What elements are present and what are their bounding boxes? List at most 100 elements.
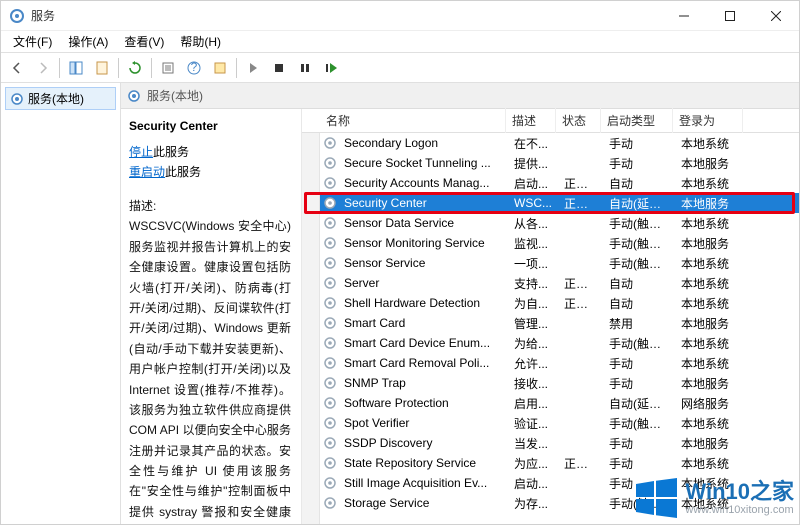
cell-name: Sensor Monitoring Service [338,236,508,250]
cell-name: Secure Socket Tunneling ... [338,156,508,170]
table-row[interactable]: Secondary Logon在不...手动本地系统 [302,133,799,153]
gear-icon [322,276,338,290]
restart-service-button[interactable] [319,56,343,80]
cell-desc: 启用... [508,395,558,412]
desc-text: WSCSVC(Windows 安全中心)服务监视并报告计算机上的安全健康设置。健… [129,219,291,524]
cell-desc: 提供... [508,155,558,172]
menu-view[interactable]: 查看(V) [116,31,172,52]
table-row[interactable]: Smart Card Device Enum...为给...手动(触发...本地… [302,333,799,353]
cell-status: 正在... [558,295,603,312]
cell-logon: 本地服务 [675,155,745,172]
cell-startup: 手动 [603,455,675,472]
selected-service-name: Security Center [129,119,291,133]
cell-status: 正在... [558,275,603,292]
menu-file[interactable]: 文件(F) [5,31,60,52]
cell-startup: 自动(延迟... [603,395,675,412]
col-logon[interactable]: 登录为 [673,108,743,133]
cell-name: SSDP Discovery [338,436,508,450]
stop-service-link[interactable]: 停止 [129,145,153,159]
maximize-button[interactable] [707,1,753,31]
cell-desc: 一项... [508,255,558,272]
menu-help[interactable]: 帮助(H) [172,31,229,52]
gear-icon [322,196,338,210]
gear-icon [322,476,338,490]
minimize-button[interactable] [661,1,707,31]
cell-logon: 本地服务 [675,235,745,252]
back-button[interactable] [5,56,29,80]
table-row[interactable]: State Repository Service为应...正在...手动本地系统 [302,453,799,473]
table-row[interactable]: Sensor Monitoring Service监视...手动(触发...本地… [302,233,799,253]
scroll-gutter[interactable] [302,133,320,524]
table-row[interactable]: Smart Card Removal Poli...允许...手动本地系统 [302,353,799,373]
cell-logon: 本地系统 [675,455,745,472]
refresh-button[interactable] [123,56,147,80]
cell-logon: 本地服务 [675,195,745,212]
cell-desc: 在不... [508,135,558,152]
cell-desc: 为存... [508,495,558,512]
start-service-button[interactable] [241,56,265,80]
cell-status: 正在... [558,175,603,192]
nav-root-label: 服务(本地) [28,90,84,107]
watermark: Win10之家 www.win10xitong.com [633,475,794,521]
gear-icon [322,176,338,190]
cell-desc: 允许... [508,355,558,372]
table-row[interactable]: Software Protection启用...自动(延迟...网络服务 [302,393,799,413]
titlebar: 服务 [1,1,799,31]
action-button[interactable] [208,56,232,80]
forward-button[interactable] [31,56,55,80]
table-row[interactable]: Server支持...正在...自动本地系统 [302,273,799,293]
table-row[interactable]: Smart Card管理...禁用本地服务 [302,313,799,333]
table-row[interactable]: Security CenterWSC...正在...自动(延迟...本地服务 [302,193,799,213]
export-list-button[interactable] [90,56,114,80]
cell-name: Spot Verifier [338,416,508,430]
cell-logon: 本地系统 [675,135,745,152]
cell-logon: 本地系统 [675,355,745,372]
table-row[interactable]: Security Accounts Manag...启动...正在...自动本地… [302,173,799,193]
cell-desc: WSC... [508,196,558,210]
toolbar: ? [1,53,799,83]
table-row[interactable]: Shell Hardware Detection为自...正在...自动本地系统 [302,293,799,313]
table-row[interactable]: Spot Verifier验证...手动(触发...本地系统 [302,413,799,433]
col-desc[interactable]: 描述 [506,108,556,133]
cell-startup: 手动(触发... [603,335,675,352]
table-row[interactable]: SNMP Trap接收...手动本地服务 [302,373,799,393]
gear-icon [322,336,338,350]
table-row[interactable]: Secure Socket Tunneling ...提供...手动本地服务 [302,153,799,173]
gear-icon [322,396,338,410]
navigation-pane: 服务(本地) [1,83,121,524]
cell-startup: 手动 [603,375,675,392]
show-hide-tree-button[interactable] [64,56,88,80]
help-button[interactable]: ? [182,56,206,80]
table-row[interactable]: Sensor Service一项...手动(触发...本地系统 [302,253,799,273]
separator [59,58,60,78]
col-status[interactable]: 状态 [556,108,601,133]
cell-startup: 手动(触发... [603,215,675,232]
properties-button[interactable] [156,56,180,80]
stop-service-button[interactable] [267,56,291,80]
menu-action[interactable]: 操作(A) [60,31,116,52]
cell-logon: 本地系统 [675,335,745,352]
cell-startup: 手动 [603,435,675,452]
cell-startup: 自动 [603,275,675,292]
cell-startup: 手动(触发... [603,415,675,432]
cell-desc: 当发... [508,435,558,452]
gear-icon [322,416,338,430]
cell-desc: 从各... [508,215,558,232]
col-name[interactable]: 名称 [320,108,506,133]
nav-services-local[interactable]: 服务(本地) [5,87,116,110]
restart-service-link[interactable]: 重启动 [129,165,165,179]
separator [118,58,119,78]
cell-startup: 手动 [603,355,675,372]
cell-status: 正在... [558,195,603,212]
content-title: 服务(本地) [147,87,203,104]
table-row[interactable]: SSDP Discovery当发... 手动本地服务 [302,433,799,453]
cell-logon: 本地服务 [675,435,745,452]
watermark-brand: Win10之家 [685,480,794,504]
col-startup[interactable]: 启动类型 [601,108,673,133]
table-row[interactable]: Sensor Data Service从各...手动(触发...本地系统 [302,213,799,233]
cell-desc: 为给... [508,335,558,352]
cell-desc: 验证... [508,415,558,432]
close-button[interactable] [753,1,799,31]
pause-service-button[interactable] [293,56,317,80]
cell-logon: 本地服务 [675,315,745,332]
